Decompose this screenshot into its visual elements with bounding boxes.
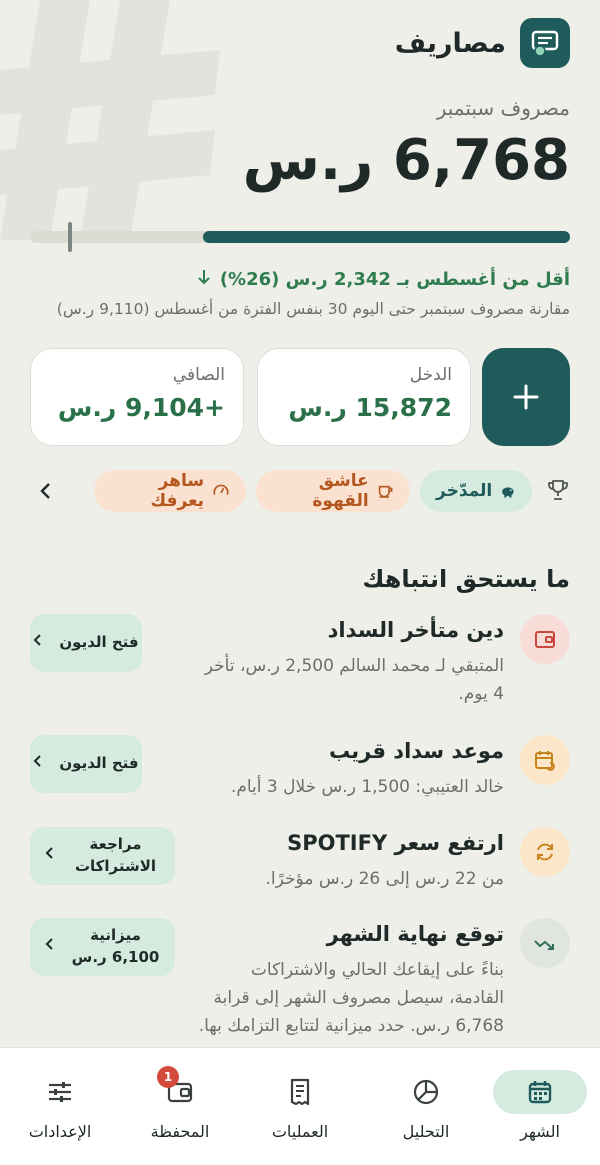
app-header: مصاريف [395,18,570,68]
open-debts-button[interactable]: فتح الديون [30,614,142,672]
calendar-repeat-icon [520,735,570,785]
income-value: 15,872 ر.س [288,393,452,422]
comparison-note: مقارنة مصروف سبتمبر حتى اليوم 30 بنفس ال… [56,300,570,318]
spend-progress-fill [202,231,570,243]
wallet-notification-badge: 1 [157,1066,179,1088]
chevron-left-icon [33,632,43,654]
badge-saver[interactable]: المدّخر [420,470,532,512]
chevron-left-icon [33,753,43,775]
piggy-bank-icon [502,487,514,498]
button-label: فتح الديون [59,754,139,773]
add-transaction-button[interactable] [482,348,570,446]
bottom-navigation: الشهر التحليل العمليات 1 المحفظة الإعداد… [0,1047,600,1165]
alert-description: بناءً على إيقاعك الحالي والاشتراكات القا… [198,960,504,1037]
badges-row: المدّخر عاشق القهوة ساهر يعرفك [30,470,570,512]
trend-icon [520,918,570,968]
nav-wallet[interactable]: 1 المحفظة [125,1066,235,1141]
nav-month[interactable]: الشهر [485,1070,595,1141]
nav-analysis[interactable]: التحليل [371,1070,481,1141]
net-card[interactable]: الصافي +9,104 ر.س [30,348,244,446]
chevron-left-icon [45,845,55,867]
wallet-icon: 1 [125,1066,235,1114]
net-value: +9,104 ر.س [57,393,225,422]
month-spend-amount: 6,768 ر.س [242,128,570,193]
app-title: مصاريف [394,27,506,59]
arrow-down-icon [196,268,212,291]
nav-label: الشهر [520,1122,560,1141]
receipt-icon [245,1070,355,1114]
wallet-icon [520,614,570,664]
summary-cards: الدخل 15,872 ر.س الصافي +9,104 ر.س [30,348,570,446]
background-hash-decoration [0,0,220,240]
review-subscriptions-button[interactable]: مراجعة الاشتراكات [30,827,175,885]
badge-coffee-label: عاشق القهوة [312,471,369,511]
nav-transactions[interactable]: العمليات [245,1070,355,1141]
alert-description: خالد العتيبي: 1,500 ر.س خلال 3 أيام. [230,777,504,797]
nav-label: العمليات [271,1122,329,1141]
attention-section-title: ما يستحق انتباهك [362,565,570,593]
sliders-icon [5,1070,115,1114]
open-debts-button[interactable]: فتح الديون [30,735,142,793]
alert-upcoming-payment: موعد سداد قريب خالد العتيبي: 1,500 ر.س خ… [30,735,570,805]
badge-night-owl[interactable]: ساهر يعرفك [94,470,246,512]
alert-price-increase: ارتفع سعر SPOTIFY من 22 ر.س إلى 26 ر.س م… [30,827,570,897]
set-budget-button[interactable]: ميزانية 6,100 ر.س [30,918,175,976]
badge-coffee-lover[interactable]: عاشق القهوة [256,470,410,512]
button-label: مراجعة الاشتراكات [74,835,157,875]
alert-title: موعد سداد قريب [329,739,504,763]
plus-icon [513,384,539,410]
coffee-cup-icon [378,485,393,498]
comparison-marker [68,222,72,252]
gauge-icon [213,484,229,495]
net-label: الصافي [172,365,225,385]
nav-label: المحفظة [150,1122,210,1141]
calendar-icon [493,1070,587,1114]
alert-description: من 22 ر.س إلى 26 ر.س مؤخرًا. [265,869,504,889]
button-label: فتح الديون [59,633,139,652]
alert-title: توقع نهاية الشهر [326,922,504,946]
alert-title: ارتفع سعر SPOTIFY [287,831,504,855]
comparison-text: أقل من أغسطس بـ 2,342 ر.س (26%) [219,269,570,290]
alert-title: دين متأخر السداد [327,618,504,642]
income-label: الدخل [409,365,452,385]
comparison-row: أقل من أغسطس بـ 2,342 ر.س (26%) [196,268,570,291]
app-logo-icon [520,18,570,68]
nav-label: التحليل [402,1122,450,1141]
badge-night-owl-label: ساهر يعرفك [150,471,205,511]
nav-settings[interactable]: الإعدادات [5,1070,115,1141]
button-label: ميزانية 6,100 ر.س [71,926,160,966]
alert-overdue-debt: دين متأخر السداد المتبقي لـ محمد السالم … [30,614,570,714]
alert-description: المتبقي لـ محمد السالم 2,500 ر.س، تأخر 4… [204,656,504,705]
refresh-icon [520,827,570,877]
nav-label: الإعدادات [28,1122,92,1141]
badge-saver-label: المدّخر [436,481,493,501]
alert-month-forecast: توقع نهاية الشهر بناءً على إيقاعك الحالي… [30,918,570,1042]
month-spend-label: مصروف سبتمبر [436,96,570,120]
pie-chart-icon [371,1070,481,1114]
trophy-icon [546,478,570,506]
spend-progress-bar [30,222,570,252]
chevron-left-icon [45,936,55,958]
chevron-left-icon[interactable] [38,480,54,506]
income-card[interactable]: الدخل 15,872 ر.س [257,348,471,446]
